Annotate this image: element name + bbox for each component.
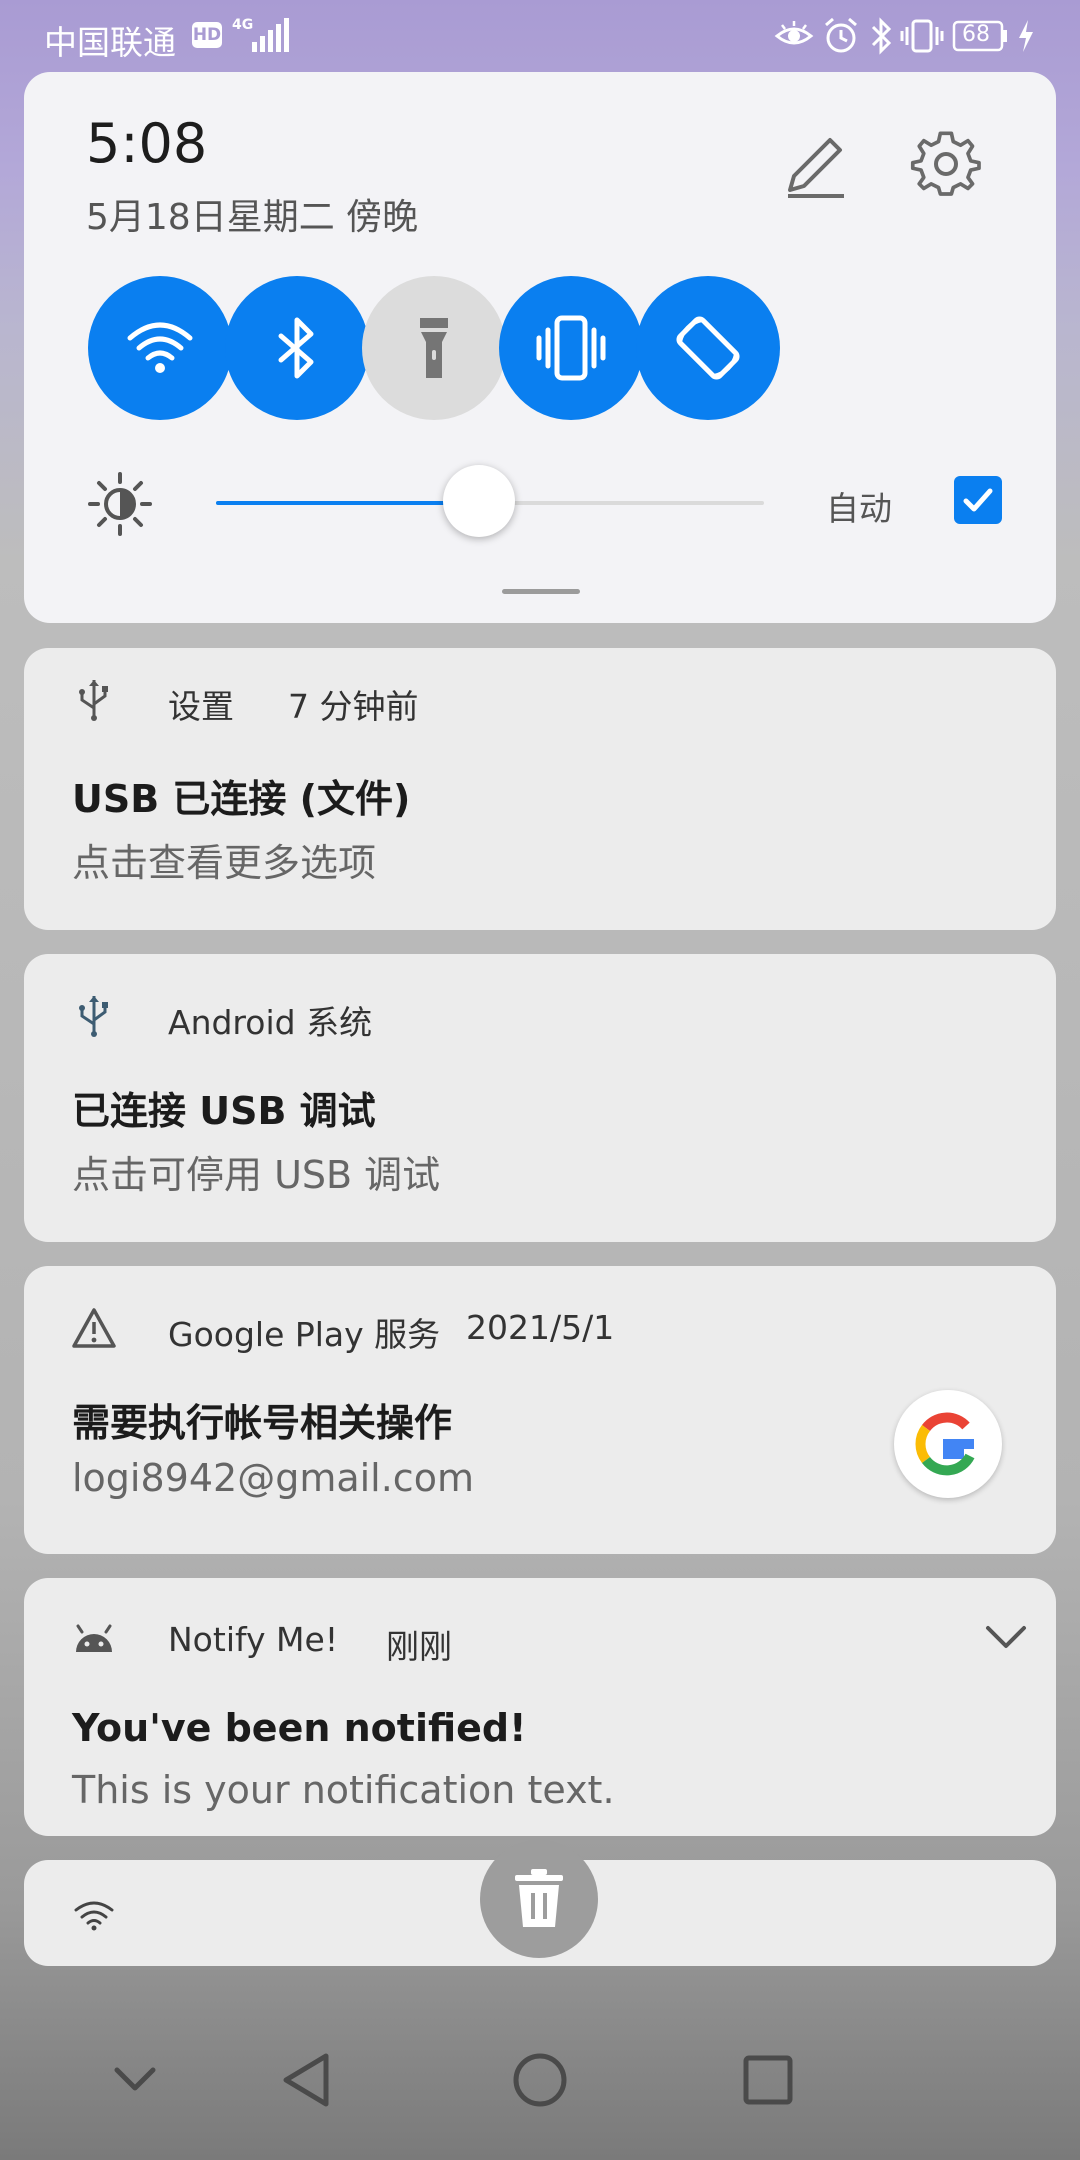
google-logo-icon (915, 1412, 975, 1476)
hd-badge: HD (192, 22, 222, 48)
wifi-question-icon (74, 1901, 114, 1931)
usb-icon (79, 996, 108, 1037)
vibrate-icon (536, 315, 606, 381)
checkmark-icon (963, 488, 993, 512)
auto-rotate-tile[interactable] (636, 276, 780, 420)
rotate-icon (676, 316, 740, 380)
date: 5月18日星期二 傍晚 (86, 197, 419, 238)
quick-settings-panel: 5:08 5月18日星期二 傍晚 自动 (24, 72, 1056, 623)
usb-icon (79, 680, 108, 721)
notification-title: 已连接 USB 调试 (72, 1089, 376, 1133)
notification-app-name: 设置 (168, 687, 234, 726)
notification-text: logi8942@gmail.com (72, 1456, 474, 1500)
signal-icon (252, 18, 289, 52)
wifi-tile[interactable] (88, 276, 232, 420)
bluetooth-icon (278, 317, 314, 379)
status-bar: 中国联通 HD 4G 68 (0, 0, 1080, 70)
notification-text: This is your notification text. (72, 1768, 615, 1812)
panel-drag-handle[interactable] (502, 589, 580, 594)
recents-icon[interactable] (728, 2040, 808, 2120)
flashlight-tile[interactable] (362, 276, 506, 420)
google-avatar (894, 1390, 1002, 1498)
brightness-slider-fill (216, 501, 480, 505)
edit-icon[interactable] (780, 132, 850, 202)
notification-card-usb[interactable]: 设置 7 分钟前 USB 已连接 (文件) 点击查看更多选项 (24, 648, 1056, 930)
auto-brightness-checkbox[interactable] (954, 476, 1002, 524)
notification-title: You've been notified! (72, 1706, 527, 1750)
notification-text: 点击查看更多选项 (72, 841, 377, 885)
charging-icon (1019, 20, 1033, 52)
bluetooth-tile[interactable] (225, 276, 369, 420)
back-icon[interactable] (268, 2040, 348, 2120)
bluetooth-icon (871, 17, 892, 55)
notification-app-name: Android 系统 (168, 1003, 373, 1042)
vibrate-icon (900, 19, 944, 53)
notification-card-notify-me[interactable]: Notify Me! 刚刚 You've been notified! This… (24, 1578, 1056, 1836)
notification-card-usb-debug[interactable]: Android 系统 已连接 USB 调试 点击可停用 USB 调试 (24, 954, 1056, 1242)
trash-icon (515, 1869, 563, 1927)
status-icons: 68 (740, 16, 1040, 56)
android-icon (76, 1624, 112, 1652)
notification-title: USB 已连接 (文件) (72, 777, 411, 821)
warning-icon (72, 1308, 116, 1348)
gear-icon[interactable] (910, 128, 982, 200)
wifi-icon (127, 322, 193, 373)
alarm-icon (825, 17, 857, 53)
chevron-down-icon[interactable] (984, 1622, 1028, 1652)
notification-app-name: Google Play 服务 (168, 1315, 441, 1354)
notification-title: 需要执行帐号相关操作 (72, 1401, 453, 1445)
notification-time: 2021/5/1 (466, 1308, 615, 1347)
eye-icon (774, 21, 814, 45)
carrier-name: 中国联通 (44, 23, 176, 62)
notification-card-google-play[interactable]: Google Play 服务 2021/5/1 需要执行帐号相关操作 logi8… (24, 1266, 1056, 1554)
notification-text: 点击可停用 USB 调试 (72, 1153, 441, 1197)
brightness-slider-thumb[interactable] (443, 465, 516, 537)
vibrate-tile[interactable] (499, 276, 643, 420)
flashlight-icon (420, 318, 448, 378)
clear-all-button[interactable] (480, 1840, 598, 1958)
network-type: 4G (232, 17, 254, 33)
notification-time: 7 分钟前 (288, 687, 419, 726)
brightness-icon (88, 472, 152, 536)
chevron-down-icon[interactable] (95, 2040, 175, 2120)
home-icon[interactable] (500, 2040, 580, 2120)
notification-time: 刚刚 (386, 1627, 452, 1666)
navigation-bar (0, 2040, 1080, 2160)
notification-app-name: Notify Me! (168, 1620, 339, 1659)
battery-level: 68 (962, 22, 990, 47)
auto-brightness-label: 自动 (826, 489, 892, 528)
clock: 5:08 (86, 112, 208, 175)
